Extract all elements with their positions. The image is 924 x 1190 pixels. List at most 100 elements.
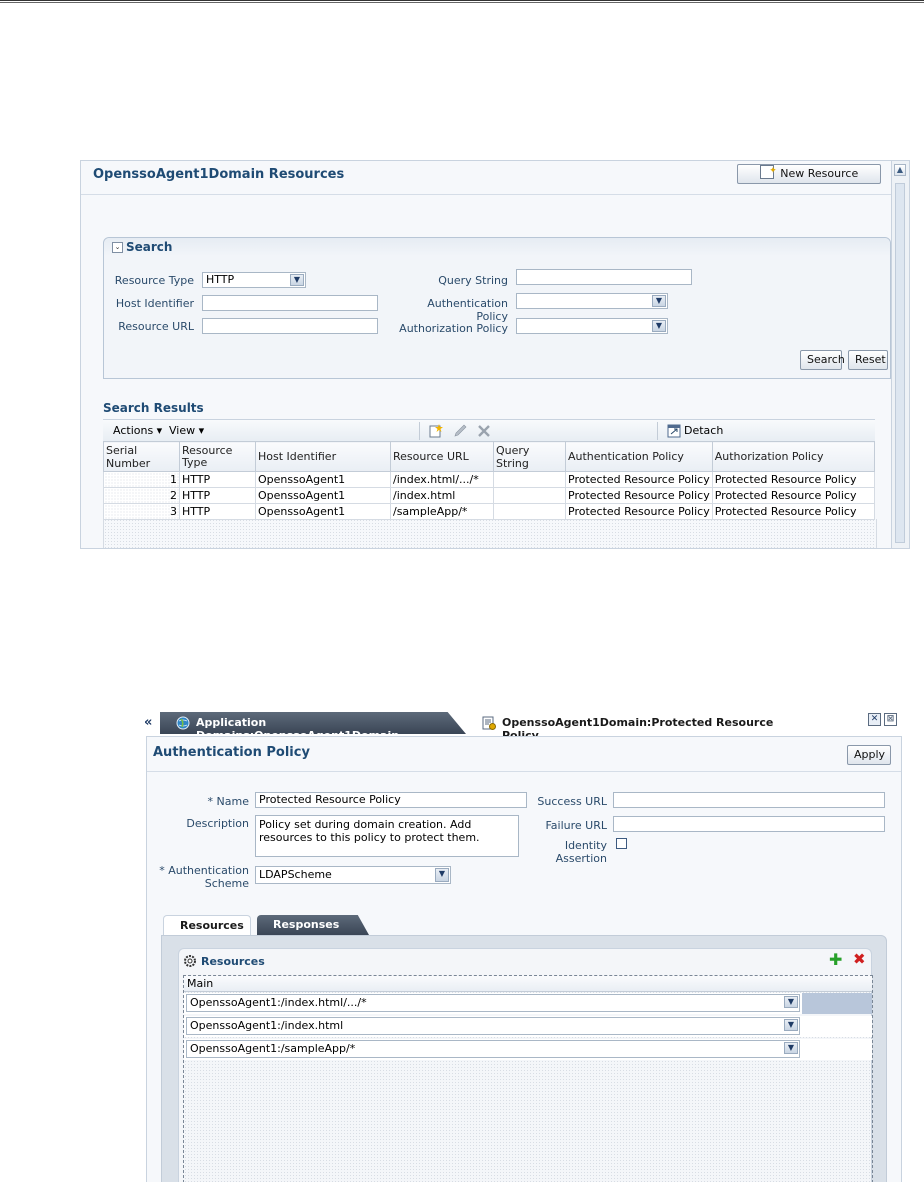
resource-type-value: HTTP: [206, 273, 235, 286]
resource-select[interactable]: OpenssoAgent1:/index.html ▼: [186, 1017, 800, 1035]
resources-section: Resources ✚ ✖ Main OpenssoAgent1:/index.…: [161, 935, 887, 1182]
query-string-label: Query String: [438, 274, 508, 287]
policy-editor: « Application Domains:OpenssoAgent1Domai…: [140, 712, 908, 1182]
search-button[interactable]: Search: [800, 350, 845, 370]
list-item[interactable]: OpenssoAgent1:/sampleApp/* ▼: [184, 1039, 872, 1060]
scheme-label-line1: * Authentication: [159, 864, 249, 877]
globe-icon: [176, 716, 190, 730]
resource-value: OpenssoAgent1:/index.html/.../*: [190, 996, 367, 1009]
vertical-scrollbar[interactable]: ▲: [891, 161, 909, 548]
authentication-scheme-select[interactable]: LDAPScheme ▼: [255, 866, 451, 884]
authentication-scheme-label: * Authentication Scheme: [157, 864, 249, 890]
detach-label[interactable]: Detach: [684, 424, 723, 437]
table-row[interactable]: 2 HTTP OpenssoAgent1 /index.html Protect…: [103, 487, 876, 504]
tab-application-domains[interactable]: Application Domains:OpenssoAgent1Domain: [160, 712, 466, 734]
query-string-input[interactable]: [516, 269, 692, 285]
url-cell: /index.html: [390, 487, 494, 504]
actions-menu[interactable]: Actions ▾: [113, 424, 162, 437]
column-header[interactable]: Resource URL: [390, 441, 494, 472]
apply-button[interactable]: Apply: [847, 745, 891, 765]
close-tab-icon[interactable]: ✕: [868, 713, 881, 726]
scheme-label-line2: Scheme: [204, 877, 249, 890]
chevron-down-icon[interactable]: ▼: [435, 868, 449, 882]
failure-url-input[interactable]: [613, 816, 885, 832]
document-tabs: « Application Domains:OpenssoAgent1Domai…: [140, 712, 908, 742]
selected-row-highlight: [802, 993, 872, 1014]
detach-icon[interactable]: [667, 424, 681, 438]
reset-button[interactable]: Reset: [848, 350, 888, 370]
description-textarea[interactable]: Policy set during domain creation. Add r…: [255, 815, 519, 857]
resource-select[interactable]: OpenssoAgent1:/sampleApp/* ▼: [186, 1040, 800, 1058]
new-resource-button[interactable]: ✦ New Resource: [737, 164, 881, 184]
tab-protected-resource-policy[interactable]: OpenssoAgent1Domain:Protected Resource P…: [470, 712, 790, 742]
subtab-label: Responses: [273, 918, 340, 931]
subtab-responses[interactable]: Responses: [257, 915, 369, 935]
table-row[interactable]: 3 HTTP OpenssoAgent1 /sampleApp/* Protec…: [103, 503, 876, 520]
name-label: * Name: [207, 795, 249, 808]
scheme-value: LDAPScheme: [259, 868, 332, 881]
identity-assertion-checkbox[interactable]: [616, 838, 627, 849]
identity-assertion-label: Identity Assertion: [527, 839, 607, 865]
table-empty-area: [103, 519, 877, 548]
toolbar-separator: [657, 422, 658, 440]
authorization-policy-select[interactable]: ▼: [516, 318, 668, 334]
chevron-down-icon[interactable]: ▼: [784, 1019, 798, 1031]
query-cell: [493, 503, 566, 520]
results-toolbar: Actions ▾ View ▾ Detach: [103, 419, 875, 443]
column-header[interactable]: Query String: [493, 441, 566, 472]
resources-grid: Main OpenssoAgent1:/index.html/.../* ▼ O…: [183, 975, 873, 1182]
column-header[interactable]: Authentication Policy: [565, 441, 713, 472]
close-all-tabs-icon[interactable]: ⊠: [884, 713, 897, 726]
table-row[interactable]: 1 HTTP OpenssoAgent1 /index.html/.../* P…: [103, 471, 876, 488]
create-icon[interactable]: [429, 424, 443, 438]
name-input[interactable]: Protected Resource Policy: [255, 792, 527, 808]
chevron-down-icon[interactable]: ▼: [290, 274, 304, 286]
list-item[interactable]: OpenssoAgent1:/index.html/.../* ▼: [184, 993, 872, 1014]
authn-cell: Protected Resource Policy: [565, 487, 713, 504]
results-table: Serial Number Resource Type Host Identif…: [103, 441, 876, 520]
chevron-down-icon[interactable]: ▼: [784, 996, 798, 1008]
authz-cell: Protected Resource Policy: [711, 471, 876, 488]
column-header[interactable]: Authorization Policy: [711, 441, 876, 472]
edit-icon[interactable]: [453, 424, 467, 438]
column-header[interactable]: Resource Type: [179, 441, 256, 472]
scroll-thumb[interactable]: [895, 183, 905, 543]
type-cell: HTTP: [179, 487, 256, 504]
chevron-down-icon[interactable]: ▼: [652, 320, 666, 332]
success-url-input[interactable]: [613, 792, 885, 808]
column-header[interactable]: Serial Number: [103, 441, 180, 472]
delete-icon[interactable]: [477, 424, 491, 438]
authn-cell: Protected Resource Policy: [565, 503, 713, 520]
panel-title: OpenssoAgent1Domain Resources: [93, 167, 345, 182]
collapse-toggle-icon[interactable]: ⌄: [112, 242, 123, 253]
list-item[interactable]: OpenssoAgent1:/index.html ▼: [184, 1016, 872, 1037]
description-label: Description: [186, 817, 249, 830]
resource-type-select[interactable]: HTTP ▼: [202, 272, 306, 288]
scroll-up-arrow-icon[interactable]: ▲: [894, 164, 906, 176]
resource-url-input[interactable]: [202, 318, 378, 334]
chevron-down-icon[interactable]: ▼: [784, 1042, 798, 1054]
chevron-down-icon[interactable]: ▼: [652, 295, 666, 307]
search-section: ⌄ Search Resource Type HTTP ▼ Host Ident…: [103, 237, 891, 379]
view-menu[interactable]: View ▾: [169, 424, 204, 437]
identity-label-line1: Identity: [564, 839, 607, 852]
host-cell: OpenssoAgent1: [255, 471, 391, 488]
authentication-policy-select[interactable]: ▼: [516, 293, 668, 309]
query-cell: [493, 487, 566, 504]
serial-cell: 2: [103, 487, 180, 504]
chevron-left-icon[interactable]: «: [144, 715, 152, 730]
title-divider: [81, 194, 891, 195]
type-cell: HTTP: [179, 503, 256, 520]
policy-form: Authentication Policy Apply * Name Prote…: [146, 736, 902, 1182]
serial-cell: 3: [103, 503, 180, 520]
resource-url-label: Resource URL: [118, 320, 194, 333]
resource-select[interactable]: OpenssoAgent1:/index.html/.../* ▼: [186, 994, 800, 1012]
main-column-header[interactable]: Main: [184, 976, 872, 992]
subtab-resources[interactable]: Resources: [163, 915, 251, 936]
url-cell: /index.html/.../*: [390, 471, 494, 488]
column-header[interactable]: Host Identifier: [255, 441, 391, 472]
add-icon[interactable]: ✚: [829, 952, 842, 968]
host-identifier-input[interactable]: [202, 295, 378, 311]
remove-icon[interactable]: ✖: [853, 952, 866, 967]
serial-cell: 1: [103, 471, 180, 488]
